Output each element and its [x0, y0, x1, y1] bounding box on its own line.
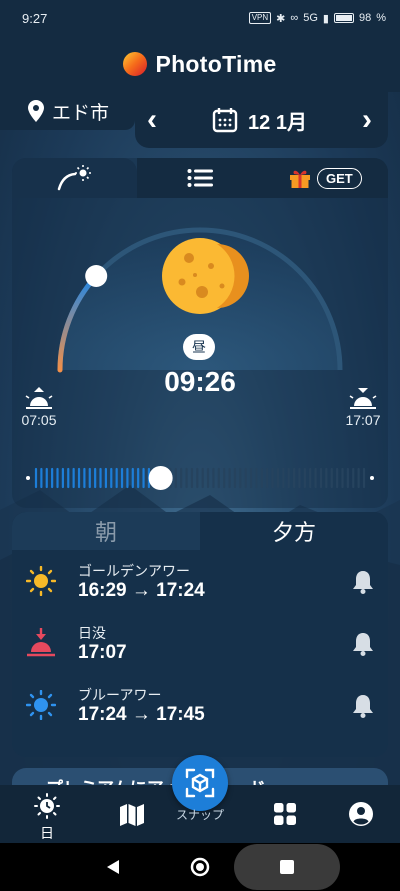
event-time: 17:24 → 17:45 — [78, 704, 205, 725]
location-date-row: エド市 ‹ 12 1月 › — [0, 92, 400, 150]
home-icon[interactable] — [189, 856, 211, 878]
date-picker[interactable]: 12 1月 — [212, 106, 307, 135]
period-tabs: 朝 夕方 — [12, 512, 388, 550]
sun-arc-chart — [57, 227, 343, 373]
slider-end-dot — [370, 476, 374, 480]
sun-position-marker[interactable] — [85, 265, 108, 287]
map-icon — [120, 804, 144, 826]
list-item: 日没 17:07 — [12, 612, 388, 674]
time-slider[interactable] — [26, 463, 374, 493]
event-label: ブルーアワー — [78, 687, 162, 703]
nav-profile[interactable] — [336, 802, 386, 831]
event-time: 17:07 — [78, 642, 127, 663]
list-item: ゴールデンアワー 16:29 → 17:24 — [12, 550, 388, 612]
app-title: PhotoTime — [155, 50, 277, 77]
location-selector[interactable]: エド市 — [0, 92, 135, 130]
battery-icon — [333, 13, 354, 23]
nav-day-label: 日 — [40, 825, 54, 841]
current-time: 09:26 — [164, 366, 236, 397]
battery-percent: 98 — [358, 12, 372, 24]
system-nav-bar — [0, 843, 400, 891]
sun-card: GET 昼 09:26 07:05 17:07 — [12, 158, 388, 508]
event-label: 日没 — [78, 625, 106, 641]
event-time: 16:29 → 17:24 — [78, 580, 205, 601]
recents-icon[interactable] — [280, 860, 294, 874]
status-bar: 9:27 VPN ✱ ∞ 5G ▮ 98% — [0, 0, 400, 36]
snap-fab-label: スナップ — [175, 808, 224, 822]
golden-hour-sun-icon — [26, 566, 56, 596]
bell-icon[interactable] — [352, 632, 374, 656]
location-name: エド市 — [52, 102, 110, 124]
network-label: 5G — [303, 12, 318, 24]
golden-hour-card: 朝 夕方 ゴールデンアワー 16:29 → 17:24 日没 17:07 ブルー… — [12, 512, 388, 757]
back-icon[interactable] — [104, 858, 122, 876]
status-icons: VPN ✱ ∞ 5G ▮ 98% — [248, 12, 386, 25]
calendar-icon — [212, 108, 238, 133]
sunrise-icon — [25, 387, 53, 409]
prev-date-chevron-icon[interactable]: ‹ — [147, 105, 157, 135]
app-logo — [123, 52, 148, 76]
nav-map[interactable] — [107, 803, 157, 832]
tab-evening[interactable]: 夕方 — [200, 512, 388, 550]
sunset-info: 17:07 — [338, 386, 388, 428]
location-pin-icon — [28, 100, 44, 122]
sunset-icon — [27, 628, 55, 657]
sunrise-time: 07:05 — [21, 412, 57, 428]
date-navigator: ‹ 12 1月 › — [135, 92, 388, 148]
sunrise-info: 07:05 — [14, 386, 64, 428]
vpn-icon: VPN — [248, 12, 272, 24]
blue-hour-sun-icon — [26, 690, 56, 720]
bell-icon[interactable] — [352, 694, 374, 718]
bluetooth-icon: ✱ — [276, 12, 286, 25]
user-avatar-icon — [349, 802, 373, 826]
tab-morning[interactable]: 朝 — [12, 512, 200, 550]
sun-clock-icon — [34, 793, 60, 819]
ar-scan-icon — [185, 768, 215, 798]
sunset-icon — [349, 388, 377, 409]
app-header: PhotoTime — [0, 36, 400, 92]
list-item: ブルーアワー 17:24 → 17:45 — [12, 674, 388, 736]
signal-icon: ▮ — [322, 12, 329, 25]
date-label: 12 1月 — [248, 111, 307, 134]
bell-icon[interactable] — [352, 570, 374, 594]
slider-thumb[interactable] — [148, 466, 173, 490]
nav-day[interactable]: 日 — [22, 793, 72, 843]
sunset-time: 17:07 — [345, 412, 381, 428]
day-badge: 昼 — [183, 334, 215, 360]
slider-end-dot — [26, 476, 30, 480]
snap-fab-button[interactable] — [172, 755, 228, 811]
nav-apps[interactable] — [260, 803, 310, 830]
status-time: 9:27 — [22, 10, 48, 26]
event-label: ゴールデンアワー — [78, 563, 190, 579]
next-date-chevron-icon[interactable]: › — [362, 105, 372, 135]
grid-icon — [274, 803, 296, 825]
link-icon: ∞ — [290, 12, 299, 24]
